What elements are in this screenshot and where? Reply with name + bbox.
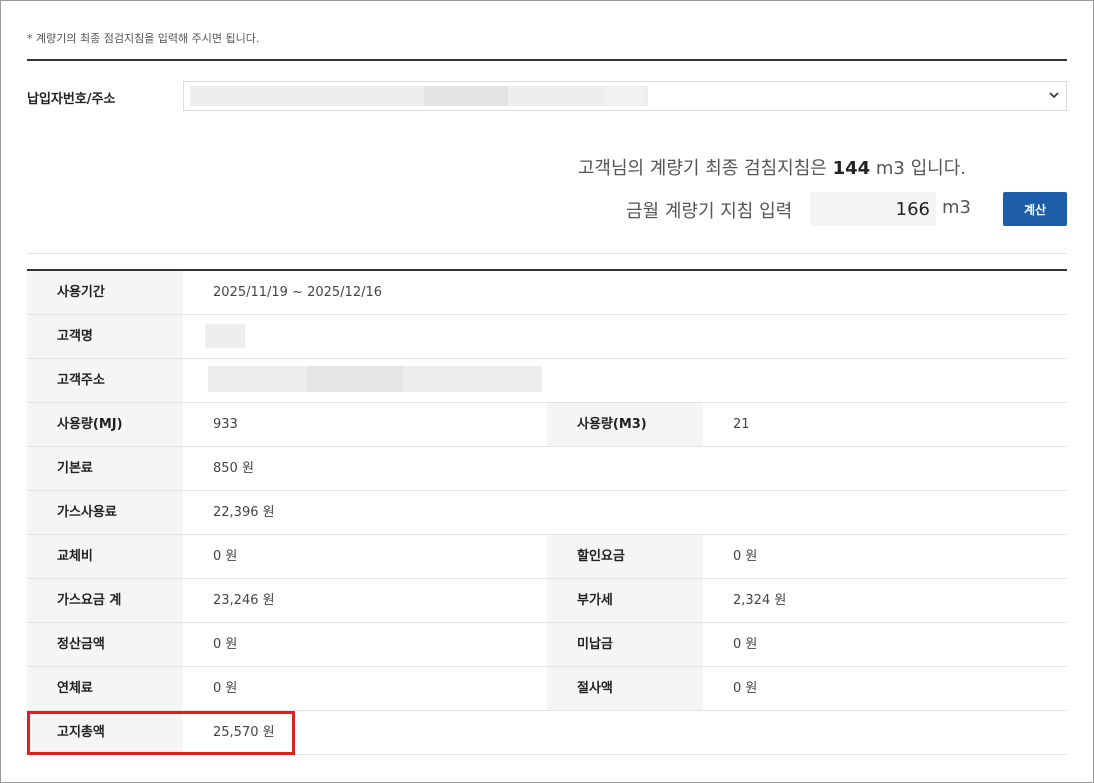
divider [27, 59, 1067, 61]
table-row: 기본료 850 원 [27, 447, 1067, 491]
row-value: 0 원 [213, 637, 238, 652]
row-value: 21 [733, 417, 750, 432]
row-label: 고객명 [27, 315, 183, 358]
row-label: 사용량(M3) [547, 403, 703, 446]
notice-text: * 계량기의 최종 점검지침을 입력해 주시면 됩니다. [27, 32, 260, 45]
table-row: 사용량(MJ) 933 사용량(M3) 21 [27, 403, 1067, 447]
row-value: 0 원 [733, 549, 758, 564]
table-row: 사용기간 2025/11/19 ~ 2025/12/16 [27, 271, 1067, 315]
redacted-address-part [604, 86, 644, 106]
total-amount-value: 25,570 원 [213, 725, 275, 740]
row-label: 부가세 [547, 579, 703, 622]
row-value: 0 원 [733, 637, 758, 652]
meter-unit: m3 [942, 197, 971, 218]
table-row: 고객명 [27, 315, 1067, 359]
redacted-address-part [307, 366, 403, 392]
row-label: 할인요금 [547, 535, 703, 578]
row-label: 정산금액 [27, 623, 183, 666]
last-reading-summary: 고객님의 계량기 최종 검침지침은 144 m3 입니다. [578, 154, 966, 180]
row-label: 사용량(MJ) [27, 403, 183, 446]
meter-input-label: 금월 계량기 지침 입력 [626, 201, 793, 222]
row-value: 0 원 [213, 681, 238, 696]
meter-reading-input[interactable] [810, 192, 936, 226]
chevron-down-icon [1049, 92, 1059, 99]
row-label: 절사액 [547, 667, 703, 710]
table-row: 가스사용료 22,396 원 [27, 491, 1067, 535]
redacted-name [205, 324, 245, 348]
redacted-address-part [424, 86, 508, 106]
calculate-button[interactable]: 계산 [1003, 192, 1067, 226]
customer-address-value [183, 359, 1067, 402]
table-row: 고지총액 25,570 원 [27, 711, 1067, 755]
row-value: 0 원 [733, 681, 758, 696]
table-row: 연체료 0 원 절사액 0 원 [27, 667, 1067, 711]
row-value: 2025/11/19 ~ 2025/12/16 [213, 285, 383, 300]
row-value: 23,246 원 [213, 593, 275, 608]
summary-suffix: m3 입니다. [875, 158, 966, 179]
row-value: 0 원 [213, 549, 238, 564]
row-value: 2,324 원 [733, 593, 787, 608]
divider [27, 253, 1067, 254]
redacted-address [190, 86, 648, 106]
row-label: 사용기간 [27, 271, 183, 314]
row-label: 연체료 [27, 667, 183, 710]
table-row: 가스요금 계 23,246 원 부가세 2,324 원 [27, 579, 1067, 623]
customer-name-value [183, 315, 1067, 358]
summary-prefix: 고객님의 계량기 최종 검침지침은 [577, 158, 827, 179]
table-row: 고객주소 [27, 359, 1067, 403]
row-value: 933 [213, 417, 238, 432]
address-label: 납입자번호/주소 [27, 92, 116, 107]
row-value: 850 원 [213, 461, 254, 476]
row-label: 고객주소 [27, 359, 183, 402]
row-label: 교체비 [27, 535, 183, 578]
row-label: 가스요금 계 [27, 579, 183, 622]
table-row: 교체비 0 원 할인요금 0 원 [27, 535, 1067, 579]
last-reading-value: 144 [832, 158, 871, 179]
row-label: 가스사용료 [27, 491, 183, 534]
address-select[interactable] [183, 81, 1067, 111]
row-value: 22,396 원 [213, 505, 275, 520]
row-label: 기본료 [27, 447, 183, 490]
table-row: 정산금액 0 원 미납금 0 원 [27, 623, 1067, 667]
row-label: 고지총액 [27, 711, 183, 754]
bill-table: 사용기간 2025/11/19 ~ 2025/12/16 고객명 고객주소 사용… [27, 271, 1067, 755]
row-label: 미납금 [547, 623, 703, 666]
